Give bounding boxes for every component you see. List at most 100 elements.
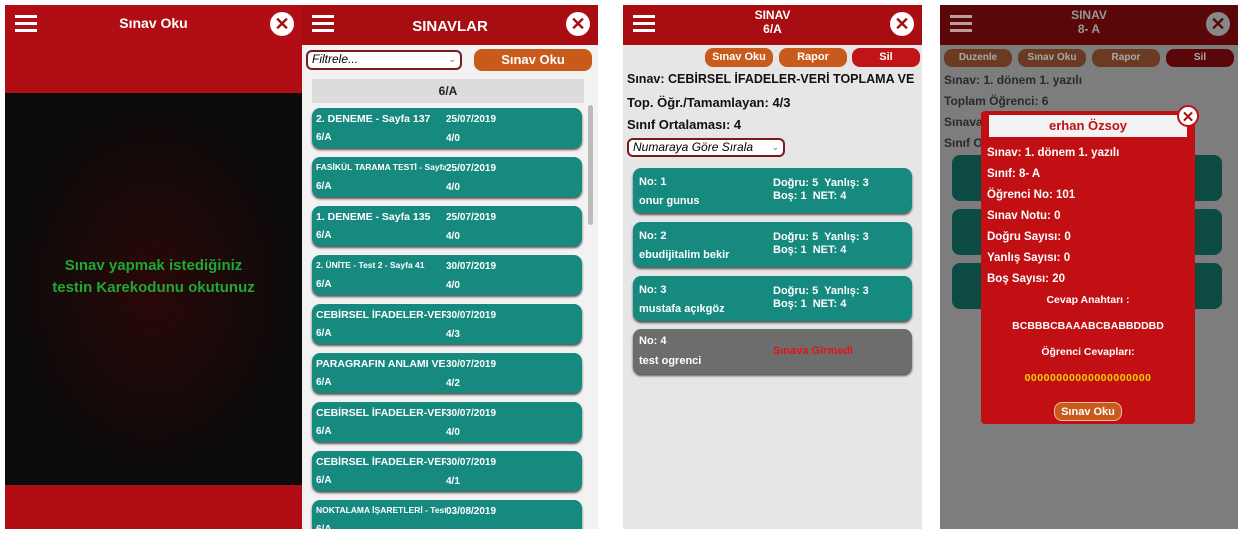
- exam-card[interactable]: CEBİRSEL İFADELER-VERİ 30/07/2019 6/A 4/3: [312, 304, 582, 344]
- scan-footer: [5, 485, 302, 529]
- popup-key: BCBBBCBAAABCBABBDDBD: [1012, 320, 1164, 332]
- exam-score: 4/0: [446, 133, 460, 144]
- popup-grade: Sınav Notu: 0: [987, 210, 1061, 222]
- popup-blank: Boş Sayısı: 20: [987, 273, 1065, 285]
- read-exam-button[interactable]: Sınav Oku: [474, 49, 592, 71]
- student-card[interactable]: No: 3 mustafa açıkgöz Doğru: 5 Yanlış: 3 Bo…: [633, 276, 912, 321]
- student-name: test ogrenci: [639, 355, 702, 367]
- exam-class: 6/A: [316, 230, 332, 241]
- student-card[interactable]: No: 1 onur gunus Doğru: 5 Yanlış: 3 Boş: 1 …: [633, 168, 912, 213]
- detail-header: SINAV 6/A ✕: [623, 5, 922, 45]
- student-stats-1: Doğru: 5 Yanlış: 3: [773, 177, 869, 189]
- exam-name: 2. ÜNİTE - Test 2 - Sayfa 41: [316, 260, 425, 270]
- exam-score: 4/0: [446, 280, 460, 291]
- student-card[interactable]: No: 2 ebudijitalim bekir Doğru: 5 Yanlış: …: [633, 222, 912, 267]
- close-icon[interactable]: ✕: [1206, 12, 1230, 36]
- exam-score: 4/2: [446, 378, 460, 389]
- exam-score: 4/0: [446, 182, 460, 193]
- group-header: 6/A: [312, 79, 584, 103]
- exam-name: PARAGRAFIN ANLAMI VE: [316, 358, 446, 370]
- close-icon[interactable]: ✕: [890, 12, 914, 36]
- exam-card[interactable]: 1. DENEME - Sayfa 135 25/07/2019 6/A 4/0: [312, 206, 582, 246]
- delete-button[interactable]: Sil: [852, 48, 920, 67]
- student-list: No: 1 onur gunus Doğru: 5 Yanlış: 3 Boş: 1 …: [623, 165, 922, 425]
- student-card-absent[interactable]: No: 4 test ogrenci Sınava Girmedi: [633, 329, 912, 374]
- scan-header: Sınav Oku ✕: [5, 5, 302, 93]
- exam-card[interactable]: 2. DENEME - Sayfa 137 25/07/2019 6/A 4/0: [312, 108, 582, 148]
- exam-card[interactable]: CEBİRSEL İFADELER-VERİ 30/07/2019 6/A 4/1: [312, 451, 582, 491]
- exam-card[interactable]: PARAGRAFIN ANLAMI VE 30/07/2019 6/A 4/2: [312, 353, 582, 393]
- popup-answers: 00000000000000000000: [1024, 372, 1152, 384]
- student-stats-2: Boş: 1 NET: 4: [773, 244, 847, 256]
- popup-read-button[interactable]: Sınav Oku: [1054, 402, 1122, 421]
- screen-exams: SINAVLAR ✕ Filtrele... ⌄ Sınav Oku 6/A 2.…: [302, 5, 598, 529]
- student-no: No: 2: [639, 230, 667, 242]
- filter-select[interactable]: Filtrele... ⌄: [306, 50, 462, 70]
- exam-card[interactable]: FASİKÜL TARAMA TESTİ - Sayfa 25/07/2019 6/…: [312, 157, 582, 197]
- page-title: Sınav Oku: [119, 15, 188, 31]
- screen-student-result: SINAV 8- A ✕ Duzenle Sınav Oku Rapor Sil…: [940, 5, 1238, 529]
- chevron-down-icon: ⌄: [448, 54, 456, 64]
- bg-total-students: Toplam Öğrenci: 6: [944, 94, 1049, 108]
- exam-class: 6/A: [316, 475, 332, 486]
- result-header: SINAV 8- A ✕: [940, 5, 1238, 45]
- absent-status: Sınava Girmedi: [773, 345, 854, 357]
- exam-name: CEBİRSEL İFADELER-VERİ: [316, 456, 446, 468]
- student-stats-1: Doğru: 5 Yanlış: 3: [773, 285, 869, 297]
- exam-name: 2. DENEME - Sayfa 137: [316, 113, 431, 125]
- popup-student-no: Öğrenci No: 101: [987, 189, 1076, 201]
- student-name: onur gunus: [639, 195, 700, 207]
- student-name: ebudijitalim bekir: [639, 249, 730, 261]
- menu-icon[interactable]: [15, 15, 37, 33]
- sort-select[interactable]: Numaraya Göre Sırala ⌄: [627, 138, 785, 157]
- delete-button[interactable]: Sil: [1166, 49, 1234, 67]
- exam-class: 6/A: [316, 328, 332, 339]
- exam-name: FASİKÜL TARAMA TESTİ - Sayfa: [316, 162, 446, 172]
- popup-exam: Sınav: 1. dönem 1. yazılı: [987, 147, 1120, 159]
- exam-score: 4/0: [446, 427, 460, 438]
- menu-icon[interactable]: [633, 15, 655, 33]
- exam-date: 25/07/2019: [446, 114, 497, 125]
- exam-date: 30/07/2019: [446, 457, 497, 468]
- student-stats-2: Boş: 1 NET: 4: [773, 298, 847, 310]
- read-exam-button[interactable]: Sınav Oku: [1018, 49, 1086, 67]
- bg-line-4: Sınıf O: [944, 136, 983, 150]
- student-stats-1: Doğru: 5 Yanlış: 3: [773, 231, 869, 243]
- scrollbar[interactable]: [588, 105, 593, 225]
- edit-button[interactable]: Duzenle: [944, 49, 1012, 67]
- menu-icon[interactable]: [312, 15, 334, 33]
- close-icon[interactable]: ✕: [270, 12, 294, 36]
- exam-name: CEBİRSEL İFADELER-VERİ: [316, 407, 446, 419]
- exam-card[interactable]: 2. ÜNİTE - Test 2 - Sayfa 41 30/07/2019 6/…: [312, 255, 582, 295]
- popup-close-icon[interactable]: ✕: [1177, 105, 1199, 127]
- screen-scan: Sınav Oku ✕ Sınav yapmak istediğiniz tes…: [5, 5, 302, 529]
- close-icon[interactable]: ✕: [566, 12, 590, 36]
- scan-instruction-line1: Sınav yapmak istediğiniz: [64, 257, 243, 274]
- exam-date: 30/07/2019: [446, 408, 497, 419]
- exam-card[interactable]: CEBİRSEL İFADELER-VERİ 30/07/2019 6/A 4/0: [312, 402, 582, 442]
- bg-line-3: Sınava: [944, 115, 983, 129]
- exam-list: 2. DENEME - Sayfa 137 25/07/2019 6/A 4/0 FAS…: [302, 105, 598, 529]
- popup-class: Sınıf: 8- A: [987, 168, 1041, 180]
- exam-score: 4/1: [446, 476, 460, 487]
- report-button[interactable]: Rapor: [1092, 49, 1160, 67]
- student-no: No: 4: [639, 335, 667, 347]
- exam-card[interactable]: NOKTALAMA İŞARETLERİ - Test03/08/2019 6/A: [312, 500, 582, 529]
- exam-date: 30/07/2019: [446, 359, 497, 370]
- page-title: SINAVLAR: [412, 18, 488, 35]
- exam-name: NOKTALAMA İŞARETLERİ - Test: [316, 505, 446, 515]
- popup-answers-label: Öğrenci Cevapları:: [1041, 346, 1135, 358]
- exam-date: 30/07/2019: [446, 261, 497, 272]
- exam-score: 4/0: [446, 231, 460, 242]
- exam-date: 30/07/2019: [446, 310, 497, 321]
- popup-key-label: Cevap Anahtarı :: [1046, 294, 1130, 306]
- student-name: mustafa açıkgöz: [639, 303, 725, 315]
- exam-name: Sınav: CEBİRSEL İFADELER-VERİ TOPLAMA VE: [627, 72, 915, 86]
- scan-instruction-line2: testin Karekodunu okutunuz: [52, 279, 255, 296]
- exam-name: CEBİRSEL İFADELER-VERİ: [316, 309, 446, 321]
- report-button[interactable]: Rapor: [779, 48, 847, 67]
- menu-icon[interactable]: [950, 15, 972, 33]
- page-title: SINAV: [1071, 8, 1107, 22]
- read-exam-button[interactable]: Sınav Oku: [705, 48, 773, 67]
- screen-exam-detail: SINAV 6/A ✕ Sınav Oku Rapor Sil Sınav: C…: [623, 5, 922, 529]
